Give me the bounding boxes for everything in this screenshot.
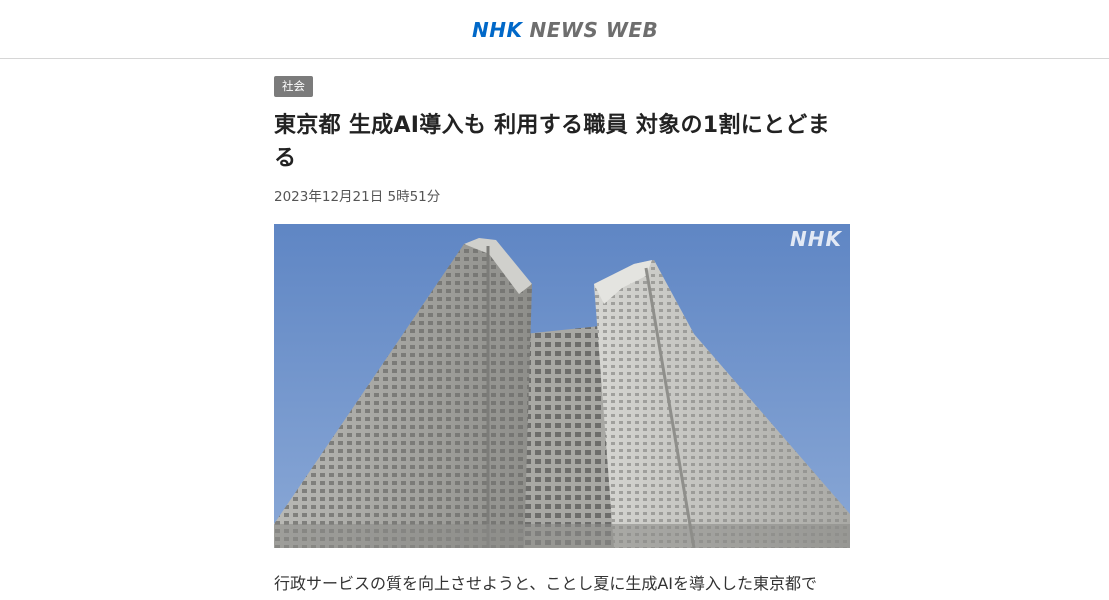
- article-title: 東京都 生成AI導入も 利用する職員 対象の1割にとどまる: [274, 113, 830, 171]
- building-photo-illustration: [274, 224, 850, 548]
- article-photo: NHK: [274, 224, 850, 548]
- article-body-text: 行政サービスの質を向上させようと、ことし夏に生成AIを導入した東京都で: [274, 574, 818, 593]
- article-date: 2023年12月21日 5時51分: [274, 189, 441, 205]
- category-badge[interactable]: 社会: [274, 76, 313, 97]
- site-header: NHK NEWS WEB: [0, 0, 1109, 59]
- nhk-news-web-logo[interactable]: NHK NEWS WEB: [472, 18, 659, 42]
- logo-nhk-text: NHK: [472, 18, 523, 42]
- nhk-watermark: NHK: [790, 227, 842, 251]
- logo-news-web-text: NEWS WEB: [529, 18, 659, 42]
